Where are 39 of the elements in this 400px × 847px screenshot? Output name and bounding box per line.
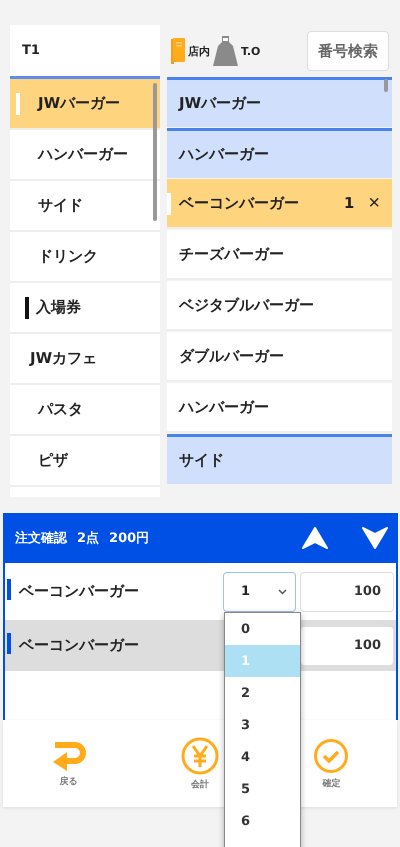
bag-icon[interactable] <box>213 36 238 66</box>
product-item[interactable]: JWバーガー <box>167 77 392 127</box>
up-arrow-icon[interactable] <box>302 527 328 549</box>
product-item[interactable]: ハンバーガー <box>167 383 392 433</box>
down-arrow-icon[interactable] <box>362 527 388 549</box>
product-item[interactable]: サイド <box>167 434 392 484</box>
table-label: T1 <box>22 43 40 58</box>
chevron-icon <box>278 588 287 594</box>
yen-icon <box>180 736 219 774</box>
order-count: 2点 <box>77 530 100 547</box>
price-field[interactable]: 100 <box>300 572 394 612</box>
order-item-name: ベーコンバーガー <box>18 582 140 601</box>
category-item[interactable]: ピザ <box>10 436 160 487</box>
order-total: 200円 <box>109 530 150 547</box>
take-out-label[interactable]: T.O <box>241 44 260 58</box>
product-item[interactable]: ダブルバーガー <box>167 332 392 382</box>
order-item-name: ベーコンバーガー <box>18 636 140 655</box>
check-circle-icon <box>313 738 350 774</box>
category-item[interactable]: ドリンク <box>10 232 160 283</box>
product-item[interactable]: チーズバーガー <box>167 230 392 280</box>
footer-button[interactable]: 確定 <box>301 738 362 790</box>
category-item[interactable]: 入場券 <box>10 283 160 334</box>
remove-button[interactable]: × <box>368 192 380 214</box>
number-search-button[interactable]: 番号検索 <box>307 31 389 71</box>
dropdown-option[interactable]: 2 <box>225 677 300 709</box>
quantity-select[interactable]: 1 <box>223 572 296 612</box>
product-item[interactable]: ハンバーガー <box>167 128 392 178</box>
category-item[interactable]: JWバーガー <box>10 79 160 130</box>
dropdown-option[interactable]: 6 <box>225 805 300 837</box>
order-title: 注文確認 <box>15 530 67 547</box>
category-item[interactable]: JWカフェ <box>10 334 160 385</box>
quantity-label: 1 <box>344 194 354 212</box>
product-item[interactable]: ベーコンバーガー 1 × <box>167 179 392 229</box>
category-item[interactable]: パスタ <box>10 385 160 436</box>
footer-button[interactable]: 戻る <box>38 740 99 788</box>
eat-in-label[interactable]: 店内 <box>188 44 210 58</box>
product-item[interactable]: ベジタブルバーガー <box>167 281 392 331</box>
price-field[interactable]: 100 <box>300 626 394 666</box>
return-arrow-icon <box>50 740 87 772</box>
